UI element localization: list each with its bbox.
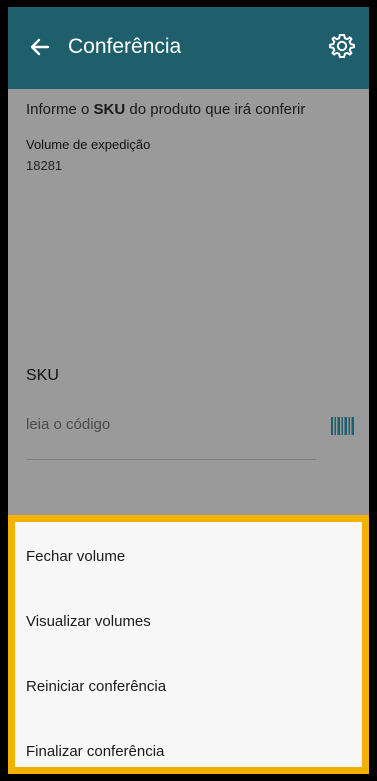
instruction-text: Informe o SKU do produto que irá conferi… — [26, 101, 305, 118]
menu-item-visualizar-volumes[interactable]: Visualizar volumes — [26, 602, 356, 642]
gear-icon[interactable] — [327, 31, 357, 61]
menu-item-reiniciar-conferencia[interactable]: Reiniciar conferência — [26, 667, 356, 707]
app-bar: Conferência — [8, 7, 369, 89]
volume-label: Volume de expedição — [26, 137, 151, 152]
menu-item-finalizar-conferencia[interactable]: Finalizar conferência — [26, 732, 356, 772]
sku-input-underline — [26, 459, 316, 460]
barcode-icon[interactable] — [331, 417, 355, 435]
sku-label: SKU — [26, 367, 59, 384]
page-title: Conferência — [68, 35, 182, 58]
instruction-sku: SKU — [93, 101, 126, 118]
menu-item-fechar-volume[interactable]: Fechar volume — [26, 537, 356, 577]
volume-value: 18281 — [26, 158, 63, 173]
instruction-suffix: do produto que irá conferir — [125, 101, 306, 118]
arrow-left-icon[interactable] — [26, 33, 54, 61]
instruction-prefix: Informe o — [26, 101, 94, 118]
actions-bottom-sheet: Fechar volume Visualizar volumes Reinici… — [8, 515, 369, 774]
sku-input[interactable] — [26, 407, 316, 441]
phone-screen: Conferência Informe o SKU do produto que… — [8, 7, 369, 774]
